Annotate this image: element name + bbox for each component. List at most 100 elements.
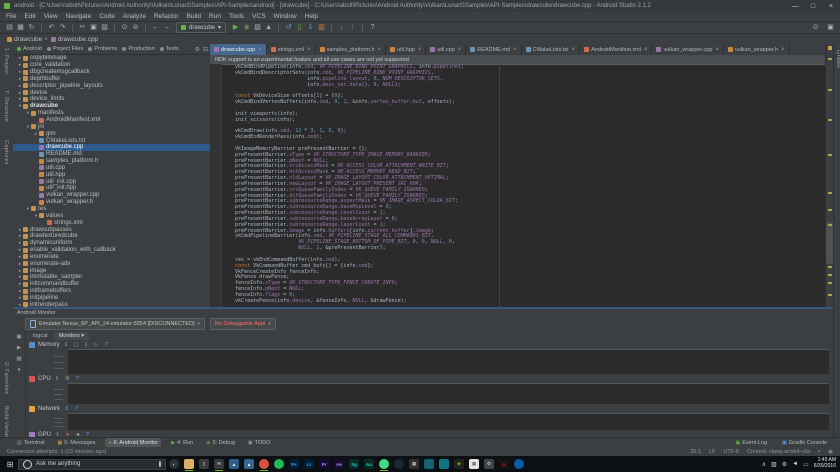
back-icon[interactable]: ← <box>151 22 160 33</box>
close-icon[interactable]: × <box>418 47 422 53</box>
mail-icon[interactable]: ✉ <box>212 457 226 471</box>
tray-display-icon[interactable]: ▨ <box>771 461 777 468</box>
tray-volume-icon[interactable]: ◄ <box>792 461 798 468</box>
paste-icon[interactable]: ▥ <box>100 22 109 33</box>
search-everywhere-icon[interactable]: ⊙ <box>811 22 820 33</box>
tree-item-util_init-cpp[interactable]: util_init.cpp <box>13 178 210 185</box>
tree-item-enumerate-adv[interactable]: ▸enumerate-adv <box>13 260 210 267</box>
help-icon[interactable]: ? <box>73 406 80 412</box>
menu-file[interactable]: File <box>6 13 16 20</box>
settings-app-icon[interactable]: ⚙ <box>482 457 496 471</box>
pause-icon[interactable]: ‖ <box>54 376 61 382</box>
tree-item-util-hpp[interactable]: util.hpp <box>13 171 210 178</box>
pause-icon[interactable]: ‖ <box>63 406 70 412</box>
start-button[interactable]: ⊞ <box>3 460 17 469</box>
toolwindow-button-6-android-monitor[interactable]: ●6: Android Monitor <box>105 438 161 447</box>
aftereffects-icon[interactable]: Ae <box>332 457 346 471</box>
open-icon[interactable]: ▤ <box>5 22 14 33</box>
status-widget[interactable]: Context: clang-arm64-v8a <box>747 449 810 455</box>
tree-item-drawcube[interactable]: ▾drawcube <box>13 103 210 110</box>
editor-tab-readme-md[interactable]: README.md× <box>466 44 521 55</box>
teal-app-icon[interactable] <box>422 457 436 471</box>
editor-tab-androidmanifest-xml[interactable]: AndroidManifest.xml× <box>580 44 652 55</box>
close-icon[interactable]: × <box>458 47 462 53</box>
close-icon[interactable]: × <box>781 47 785 53</box>
tree-item-dbgcreatemsgcallback[interactable]: ▸dbgcreatemsgcallback <box>13 69 210 76</box>
tree-item-values[interactable]: ▾values <box>13 212 210 219</box>
menu-code[interactable]: Code <box>99 13 115 20</box>
editor-tab-drawcube-cpp[interactable]: drawcube.cpp× <box>210 44 267 55</box>
close-icon[interactable]: × <box>715 47 719 53</box>
scope-tab-problems[interactable]: Problems <box>86 44 119 54</box>
close-button[interactable]: × <box>826 3 836 10</box>
tree-item-jni[interactable]: ▾jni <box>13 123 210 130</box>
tree-item-enumerate[interactable]: ▸enumerate <box>13 253 210 260</box>
tree-item-vulkan_wrapper-cpp[interactable]: vulkan_wrapper.cpp <box>13 192 210 199</box>
save-icon[interactable]: ▦ <box>16 22 25 33</box>
tree-item-util-cpp[interactable]: util.cpp <box>13 165 210 172</box>
teal-app-2-icon[interactable] <box>437 457 451 471</box>
tree-item-vulkan_wrapper-h[interactable]: vulkan_wrapper.h <box>13 199 210 206</box>
tree-item-glm[interactable]: ▸glm <box>13 130 210 137</box>
hector-icon[interactable]: ◉ <box>828 449 833 455</box>
terminate-icon[interactable]: ● <box>17 367 20 373</box>
run-icon[interactable]: ▶ <box>231 22 240 33</box>
forward-icon[interactable]: → <box>162 22 171 33</box>
scope-tab-android[interactable]: Android <box>15 44 44 54</box>
undo-icon[interactable]: ↶ <box>47 22 56 33</box>
tree-item-device_limits[interactable]: ▸device_limits <box>13 96 210 103</box>
toolwindow-button-0-messages[interactable]: ▦0: Messages <box>55 438 99 447</box>
close-icon[interactable]: × <box>307 47 311 53</box>
tree-item-dynamicuniform[interactable]: ▸dynamicuniform <box>13 240 210 247</box>
maximize-button[interactable]: □ <box>808 3 818 10</box>
attach-icon[interactable]: ▲ <box>264 22 273 33</box>
menu-refactor[interactable]: Refactor <box>154 13 179 20</box>
menu-run[interactable]: Run <box>209 13 221 20</box>
sync-gradle-icon[interactable]: ↺ <box>284 22 293 33</box>
dump-icon[interactable]: ⇓ <box>83 342 90 348</box>
menu-tools[interactable]: Tools <box>229 13 244 20</box>
photoshop-icon[interactable]: Ps <box>287 457 301 471</box>
cortana-search[interactable]: Ask me anything <box>18 459 166 470</box>
vcs-commit-icon[interactable]: ↑ <box>348 22 357 33</box>
close-icon[interactable]: × <box>258 47 262 53</box>
tool-button-2-favorites[interactable]: 2: Favorites <box>3 362 9 394</box>
code-text[interactable]: vkCmdBindPipeline(info.cmd, VK_PIPELINE_… <box>223 65 825 307</box>
menu-window[interactable]: Window <box>274 13 297 20</box>
replace-icon[interactable]: ⊜ <box>131 22 140 33</box>
tree-item-manifests[interactable]: ▾manifests <box>13 110 210 117</box>
settings-icon[interactable]: ⚙ <box>195 46 200 53</box>
photos-alt-icon[interactable]: ▲ <box>242 457 256 471</box>
menu-analyze[interactable]: Analyze <box>123 13 146 20</box>
tool-button-1-project[interactable]: 1: Project <box>3 48 9 74</box>
toolwindow-button-5-debug[interactable]: ◉5: Debug <box>203 438 238 447</box>
tree-item-depthbuffer[interactable]: ▸depthbuffer <box>13 76 210 83</box>
tree-item-core_validation[interactable]: ▸core_validation <box>13 62 210 69</box>
debug-icon[interactable]: ◉ <box>242 22 251 33</box>
editor-tab-util-cpp[interactable]: util.cpp× <box>426 44 466 55</box>
find-icon[interactable]: ⊙ <box>120 22 129 33</box>
audition-icon[interactable]: Au <box>362 457 376 471</box>
redo-icon[interactable]: ↷ <box>58 22 67 33</box>
editor-tab-vulkan_wrapper-h[interactable]: vulkan_wrapper.h× <box>724 44 790 55</box>
tray-keyboard-icon[interactable]: ▭ <box>803 461 809 468</box>
collapse-all-icon[interactable]: ⊟ <box>203 46 208 53</box>
tree-item-image[interactable]: ▸image <box>13 267 210 274</box>
microphone-icon[interactable] <box>159 461 161 467</box>
menu-view[interactable]: View <box>44 13 58 20</box>
screen-record-icon[interactable]: ▶ <box>17 345 21 351</box>
phone-app-icon[interactable]: ▯ <box>197 457 211 471</box>
tree-item-samples_platform-h[interactable]: samples_platform.h <box>13 158 210 165</box>
menu-navigate[interactable]: Navigate <box>66 13 92 20</box>
coverage-icon[interactable]: ▨ <box>253 22 262 33</box>
pause-icon[interactable]: ‖ <box>63 342 70 348</box>
menu-help[interactable]: Help <box>305 13 318 20</box>
tree-item-device[interactable]: ▸device <box>13 89 210 96</box>
android-studio-icon[interactable] <box>377 457 391 471</box>
scope-tab-project-files[interactable]: Project Files <box>45 44 85 54</box>
tree-item-enable_validation_with_callback[interactable]: ▸enable_validation_with_callback <box>13 247 210 254</box>
calendar-icon[interactable]: ▦ <box>467 457 481 471</box>
status-widget[interactable]: LF <box>709 449 715 455</box>
help-icon[interactable]: ? <box>103 342 110 348</box>
gc-icon[interactable]: ▢ <box>73 342 80 348</box>
